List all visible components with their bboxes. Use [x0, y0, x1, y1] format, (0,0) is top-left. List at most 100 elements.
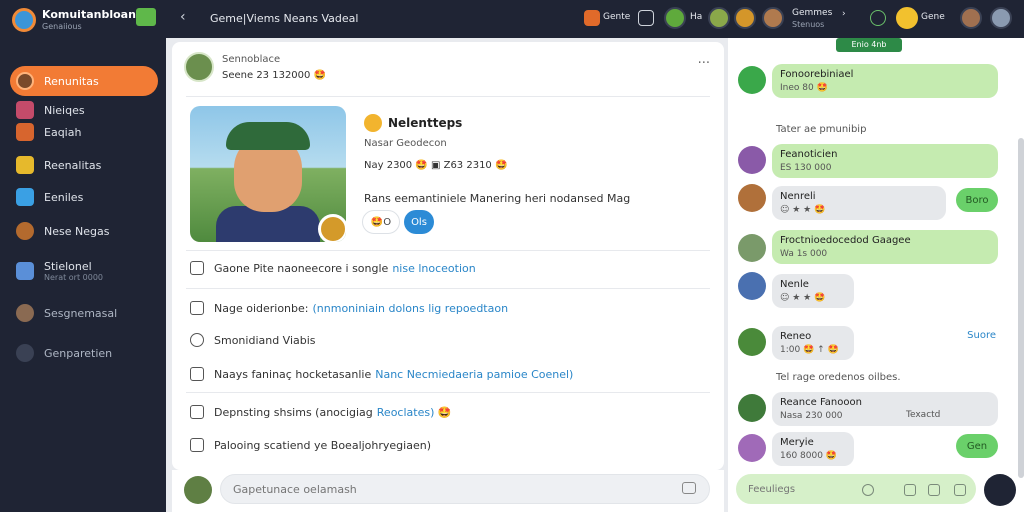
list-item[interactable]: Naays faninaç hocketasanlie Nanc Necmieda…	[190, 362, 710, 386]
avatar[interactable]	[762, 7, 784, 29]
tag-icon	[190, 405, 204, 419]
system-message: Tel rage oredenos oilbes.	[776, 372, 901, 383]
sidebar: Komuitanbloann Genaiious Renunitas Nieiq…	[0, 0, 166, 512]
list-item-text: Palooing scatiend ye Boealjohryegiaen)	[214, 438, 431, 452]
message-meta: Nasa 230 000	[780, 411, 843, 421]
send-button[interactable]	[984, 474, 1016, 506]
sidebar-item-reenalitas[interactable]: Reenalitas	[10, 150, 158, 180]
sidebar-item-stielonel[interactable]: Stielonel Nerat ort 0000	[10, 256, 158, 286]
card-description: Rans eemantiniele Manering heri nodansed…	[364, 192, 631, 205]
count-label: Ha	[690, 12, 703, 22]
app-logo	[12, 8, 36, 32]
list-item-link[interactable]: nise lnoceotion	[392, 262, 475, 275]
post-author-avatar[interactable]	[184, 52, 214, 82]
chat-message: Reance Fanooon Nasa 230 000	[772, 392, 998, 426]
avatar[interactable]	[738, 328, 766, 356]
chat-message: Froctnioedocedod Gaagee Wa 1s 000	[772, 230, 998, 264]
sidebar-item-nieiqes[interactable]: Nieiqes	[10, 98, 158, 122]
sidebar-item-eeniles[interactable]: Eeniles	[10, 182, 158, 212]
sidebar-item-label: Renunitas	[44, 74, 99, 88]
avatar[interactable]	[738, 394, 766, 422]
list-item[interactable]: Depnsting shsims (anocigiag Reoclates) 🤩	[190, 400, 710, 424]
top-bar: ‹ Geme|Viems Neans Vadeal Gente Ha Gemme…	[166, 0, 1024, 38]
chat-scrollbar[interactable]	[1018, 138, 1024, 478]
share-button[interactable]: Ols	[404, 210, 434, 234]
avatar[interactable]	[734, 7, 756, 29]
back-chevron-icon[interactable]: ‹	[180, 9, 186, 25]
hero-cap	[226, 122, 310, 150]
message-meta: 1:00 🤩 ↑ 🤩	[780, 345, 839, 355]
share-icon[interactable]	[904, 484, 916, 496]
profile-avatar[interactable]	[960, 7, 982, 29]
sidebar-item-label: Nieiqes	[44, 103, 85, 117]
user-icon	[16, 304, 34, 322]
list-item-link[interactable]: Nanc Necmiedaeria pamioe Coenel)	[375, 368, 573, 381]
emoji-icon[interactable]	[954, 484, 966, 496]
avatar[interactable]	[738, 272, 766, 300]
message-text: Reneo	[780, 331, 812, 342]
map-icon	[16, 262, 34, 280]
tag-icon	[190, 301, 204, 315]
sidebar-item-sesgnemasal[interactable]: Sesgnemasal	[10, 298, 158, 328]
avatar[interactable]	[738, 66, 766, 94]
list-item-text: Naays faninaç hocketasanlie	[214, 367, 372, 381]
list-item[interactable]: Nage oiderionbe: (nnmoniniain dolons lig …	[190, 296, 710, 320]
message-text: Reance Fanooon	[780, 397, 862, 408]
comment-input[interactable]	[220, 474, 710, 504]
list-item-link[interactable]: (nnmoniniain dolons lig repoedtaon	[313, 302, 509, 315]
chat-message: Nenle ☺ ★ ★ 🤩	[772, 274, 854, 308]
more-options-icon[interactable]: ···	[698, 56, 710, 71]
message-text: Nenle	[780, 279, 809, 290]
sidebar-item-renunitas[interactable]: Renunitas	[10, 66, 158, 96]
avatar[interactable]	[708, 7, 730, 29]
list-item-link[interactable]: Reoclates) 🤩	[377, 406, 452, 419]
sidebar-item-label: Sesgnemasal	[44, 306, 118, 320]
post-meta: Seene 23 132000 🤩	[222, 70, 327, 81]
game-card-image[interactable]	[190, 106, 346, 242]
attach-icon[interactable]	[928, 484, 940, 496]
chat-action-button[interactable]: Gen	[956, 434, 998, 458]
info-icon	[190, 261, 204, 275]
card-title[interactable]: Nelentteps	[388, 116, 462, 130]
chat-message-input[interactable]	[736, 474, 976, 504]
avatar[interactable]	[664, 7, 686, 29]
avatar[interactable]	[738, 146, 766, 174]
search-icon[interactable]	[862, 484, 874, 496]
chat-message: Meryie 160 8000 🤩	[772, 432, 854, 466]
shop-bag-icon[interactable]	[136, 8, 156, 26]
sidebar-item-eaqiah[interactable]: Eaqiah	[10, 120, 158, 144]
list-item[interactable]: Gaone Pite naoneecore i songle nise lnoce…	[190, 256, 710, 280]
message-meta: ☺ ★ ★ 🤩	[780, 205, 826, 215]
avatar[interactable]	[738, 234, 766, 262]
expand-icon	[190, 367, 204, 381]
avatar[interactable]	[738, 184, 766, 212]
chat-message: Reneo 1:00 🤩 ↑ 🤩	[772, 326, 854, 360]
settings-avatar[interactable]	[990, 7, 1012, 29]
message-meta: 160 8000 🤩	[780, 451, 838, 461]
list-item[interactable]: Palooing scatiend ye Boealjohryegiaen)	[190, 433, 710, 457]
coin-icon[interactable]	[896, 7, 918, 29]
chat-action-link[interactable]: Suore	[967, 330, 996, 341]
user-name[interactable]: Gemmes	[792, 8, 832, 18]
list-item[interactable]: Smonidiand Viabis	[190, 328, 710, 352]
game-icon[interactable]	[584, 10, 600, 26]
chevron-down-icon[interactable]: ›	[842, 9, 846, 19]
message-meta: Ineo 80 🤩	[780, 83, 828, 93]
post-author-name[interactable]: Sennoblace	[222, 54, 280, 65]
chat-message: Fonoorebiniael Ineo 80 🤩	[772, 64, 998, 98]
sidebar-item-nese-negas[interactable]: Nese Negas	[10, 216, 158, 246]
grid-icon[interactable]	[638, 10, 654, 26]
notification-icon[interactable]	[870, 10, 886, 26]
reaction-button[interactable]: 🤩O	[362, 210, 400, 234]
divider	[186, 288, 710, 289]
my-avatar	[184, 476, 212, 504]
card-stats: Nay 2300 🤩 ▣ Z63 2310 🤩	[364, 160, 508, 171]
sidebar-item-label: Stielonel	[44, 260, 92, 273]
chat-action-button[interactable]: Boro	[956, 188, 998, 212]
avatar[interactable]	[738, 434, 766, 462]
sidebar-item-label: Nese Negas	[44, 224, 110, 238]
message-text: Meryie	[780, 437, 814, 448]
emoji-icon[interactable]	[682, 482, 696, 494]
sidebar-item-genparetien[interactable]: Genparetien	[10, 338, 158, 368]
chat-header-badge[interactable]: Enio 4nb	[836, 38, 902, 52]
